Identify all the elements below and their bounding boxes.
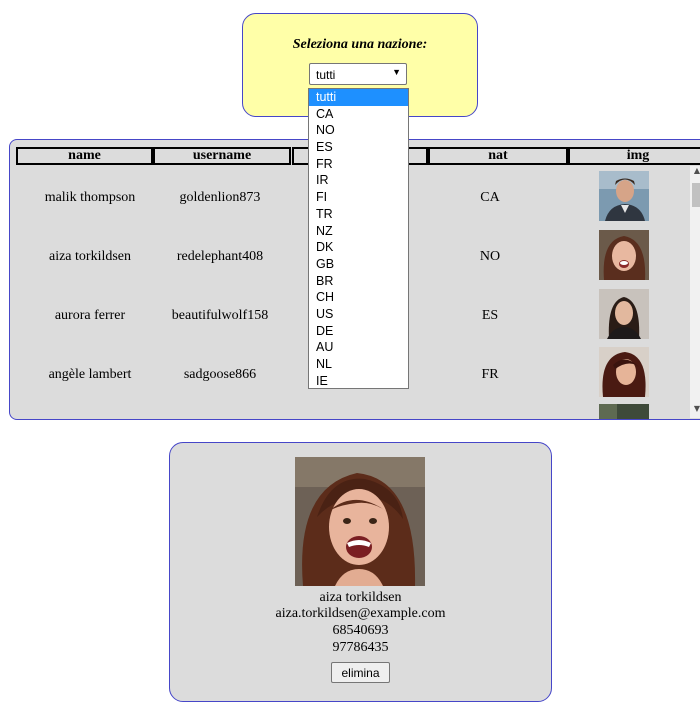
dropdown-option[interactable]: IR xyxy=(309,172,408,189)
column-header-name: name xyxy=(16,147,153,165)
user-detail-photo xyxy=(295,457,425,586)
dropdown-option[interactable]: AU xyxy=(309,339,408,356)
cell-nat: FR xyxy=(481,367,499,382)
cell-nat: CA xyxy=(480,190,500,205)
dropdown-option[interactable]: CH xyxy=(309,289,408,306)
cell-name: aiza torkildsen xyxy=(48,249,132,264)
dropdown-option[interactable]: TR xyxy=(309,206,408,223)
cell-username: beautifulwolf158 xyxy=(171,308,269,323)
dropdown-option[interactable]: BR xyxy=(309,273,408,290)
dropdown-option[interactable]: GB xyxy=(309,256,408,273)
cell-username: redelephant408 xyxy=(176,249,264,264)
user-thumbnail[interactable] xyxy=(599,171,649,221)
scroll-down-arrow-icon[interactable]: ▼ xyxy=(690,404,700,413)
dropdown-option[interactable]: CA xyxy=(309,106,408,123)
detail-email: aiza.torkildsen@example.com xyxy=(275,606,446,621)
detail-name: aiza torkildsen xyxy=(319,590,402,605)
dropdown-option[interactable]: FR xyxy=(309,156,408,173)
dropdown-option[interactable]: FI xyxy=(309,189,408,206)
dropdown-option[interactable]: DK xyxy=(309,239,408,256)
cell-username: sadgoose866 xyxy=(183,367,257,382)
cell-name: malik thompson xyxy=(44,190,136,205)
dropdown-option[interactable]: IE xyxy=(309,373,408,390)
dropdown-option[interactable]: tutti xyxy=(309,89,408,106)
dropdown-option[interactable]: NZ xyxy=(309,223,408,240)
dropdown-option[interactable]: ES xyxy=(309,139,408,156)
user-thumbnail[interactable] xyxy=(599,289,649,339)
dropdown-option[interactable]: NL xyxy=(309,356,408,373)
country-select[interactable]: tutti ▼ xyxy=(309,63,407,85)
dropdown-option[interactable]: US xyxy=(309,306,408,323)
user-thumbnail[interactable] xyxy=(599,230,649,280)
column-header-nat: nat xyxy=(428,147,568,165)
cell-nat: ES xyxy=(481,308,499,323)
scrollbar-thumb[interactable] xyxy=(692,183,700,207)
detail-phone: 68540693 xyxy=(332,623,389,638)
delete-button[interactable]: elimina xyxy=(331,662,390,683)
scroll-up-arrow-icon[interactable]: ▲ xyxy=(690,166,700,175)
chevron-down-icon: ▼ xyxy=(392,67,401,77)
dropdown-option[interactable]: NO xyxy=(309,122,408,139)
selector-title: Seleziona una nazione: xyxy=(292,37,428,52)
cell-name: angèle lambert xyxy=(48,367,132,382)
column-header-img: img xyxy=(568,147,700,165)
country-dropdown-list[interactable]: tutti CA NO ES FR IR FI TR NZ DK GB BR CH US DE AU NL IE xyxy=(308,88,409,389)
country-select-value: tutti xyxy=(316,68,336,82)
dropdown-option[interactable]: DE xyxy=(309,323,408,340)
cell-username: goldenlion873 xyxy=(179,190,261,205)
column-header-username: username xyxy=(153,147,291,165)
user-thumbnail[interactable] xyxy=(599,347,649,397)
cell-nat: NO xyxy=(479,249,501,264)
user-thumbnail[interactable] xyxy=(599,404,649,419)
detail-cell: 97786435 xyxy=(332,640,389,655)
cell-name: aurora ferrer xyxy=(54,308,126,323)
